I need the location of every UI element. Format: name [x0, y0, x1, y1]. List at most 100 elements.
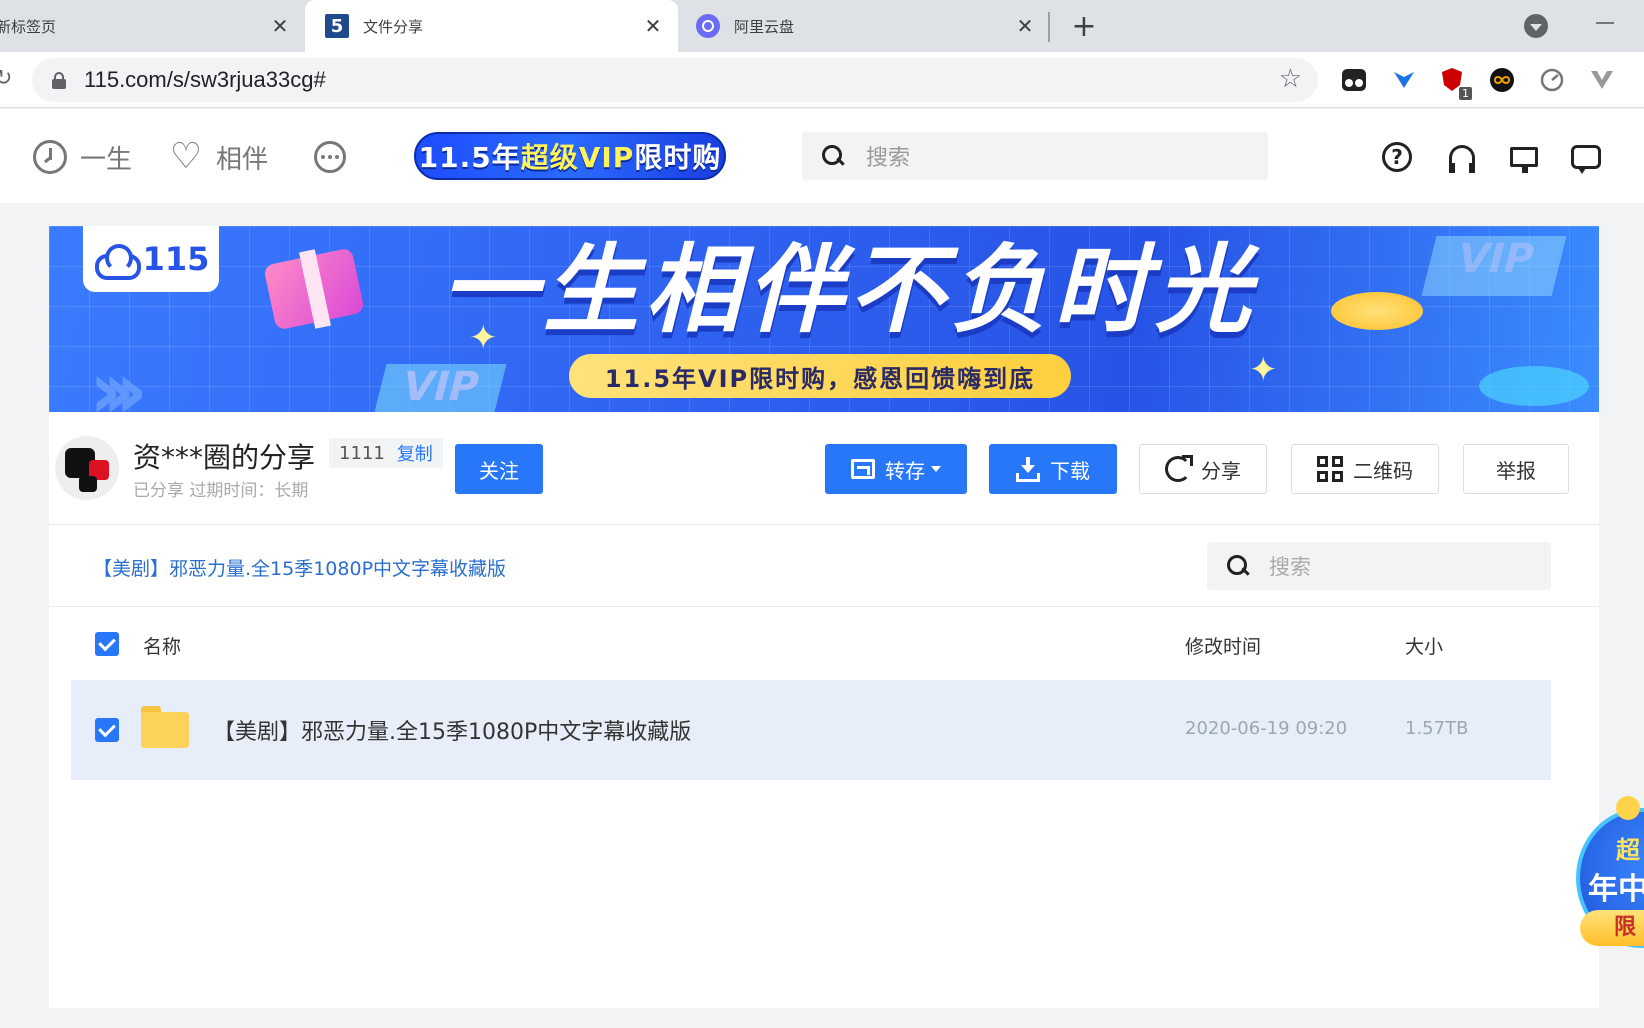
tab-new-tab[interactable]: 新标签页 ✕ [0, 0, 305, 52]
save-to-drive-button[interactable]: 转存 [825, 444, 967, 494]
divider [49, 524, 1599, 525]
new-tab-icon[interactable]: + [1068, 9, 1100, 44]
row-checkbox[interactable] [95, 718, 119, 742]
refresh-share-icon [1165, 455, 1193, 482]
aliyun-favicon-icon [696, 14, 720, 38]
cloud-icon [93, 244, 141, 280]
headset-icon[interactable] [1444, 139, 1480, 175]
115-logo: 115 [83, 226, 219, 292]
logo-text: 115 [142, 240, 210, 278]
file-search-input[interactable]: 搜索 [1207, 542, 1551, 590]
address-bar[interactable]: 115.com/s/sw3rjua33cg# ☆ [32, 58, 1318, 102]
heart-icon: ♡ [169, 136, 203, 177]
115-favicon-icon: 5 [325, 14, 349, 38]
help-icon[interactable]: ? [1382, 142, 1412, 172]
search-placeholder: 搜索 [866, 146, 911, 171]
folder-icon [141, 706, 189, 748]
search-icon [822, 145, 844, 167]
follow-button[interactable]: 关注 [455, 444, 543, 494]
vip-card-decoration: VIP [371, 364, 507, 412]
vip-card-decoration: VIP [1421, 236, 1567, 296]
sparkle-icon: ✦ [1249, 350, 1278, 390]
floating-promo-badge[interactable]: 超 年中 限 [1576, 796, 1644, 956]
promo-banner[interactable]: ››› VIP VIP 115 一生相伴不负时光 ✦ ✦ 11.5年VIP限时购… [49, 226, 1599, 412]
minimize-icon[interactable] [1596, 22, 1614, 24]
download-button[interactable]: 下载 [989, 444, 1117, 494]
float-promo-pill: 限 [1580, 910, 1644, 946]
share-button[interactable]: 分享 [1139, 444, 1267, 494]
nav-item-more[interactable] [312, 137, 360, 177]
table-row[interactable]: 【美剧】邪恶力量.全15季1080P中文字幕收藏版 2020-06-19 09:… [71, 680, 1551, 780]
tab-aliyun-drive[interactable]: 阿里云盘 ✕ [678, 0, 1050, 52]
share-owner-name: 资***圈的分享 [133, 441, 316, 474]
coin-icon [1616, 796, 1640, 820]
promo-title: 一生相伴不负时光 [441, 234, 1257, 346]
button-label: 转存 [885, 458, 925, 483]
vip-banner-text: 11.5年 [418, 141, 521, 174]
url-text[interactable]: 115.com/s/sw3rjua33cg# [84, 67, 326, 93]
vip-banner-highlight: 超级VIP [520, 141, 635, 174]
coin-decoration [1479, 366, 1589, 406]
report-button[interactable]: 举报 [1463, 444, 1569, 494]
more-icon [312, 139, 348, 175]
bookmark-star-icon[interactable]: ☆ [1279, 64, 1302, 94]
column-header-size[interactable]: 大小 [1405, 632, 1443, 659]
share-card: 资***圈的分享 1111 复制 已分享 过期时间：长期 关注 转存 下载 分享… [49, 412, 1599, 1008]
header-search-input[interactable]: 搜索 [802, 132, 1268, 180]
file-size: 1.57TB [1405, 718, 1469, 739]
vip-banner-text: 限时购 [634, 141, 722, 174]
nav-item-life[interactable]: 一生 [32, 137, 132, 177]
copy-link[interactable]: 复制 [397, 440, 433, 466]
tampermonkey-extension-icon[interactable] [1340, 66, 1368, 94]
button-label: 下载 [1050, 458, 1090, 483]
file-name[interactable]: 【美剧】邪恶力量.全15季1080P中文字幕收藏版 [213, 714, 691, 746]
qrcode-icon [1317, 456, 1343, 482]
speedometer-extension-icon[interactable] [1538, 66, 1566, 94]
share-id-badge: 1111 复制 [329, 438, 443, 468]
nav-label: 一生 [80, 144, 133, 175]
close-icon[interactable]: ✕ [1014, 14, 1036, 38]
ublock-extension-icon[interactable]: 1 [1438, 66, 1472, 100]
button-label: 二维码 [1353, 458, 1413, 483]
column-header-name[interactable]: 名称 [143, 632, 181, 659]
float-promo-text: 年中 [1588, 872, 1644, 907]
download-icon [1016, 457, 1040, 482]
search-icon [1227, 555, 1249, 577]
v-extension-icon[interactable] [1588, 66, 1616, 94]
nav-label: 相伴 [216, 144, 269, 175]
monitor-icon[interactable] [1506, 139, 1542, 175]
chat-icon[interactable] [1568, 139, 1604, 175]
tab-title: 文件分享 [363, 17, 424, 36]
proxy-extension-icon[interactable] [1390, 66, 1418, 94]
coin-decoration [1331, 292, 1423, 330]
close-icon[interactable]: ✕ [642, 14, 664, 38]
extension-badge: 1 [1459, 87, 1472, 100]
lock-icon[interactable] [52, 72, 66, 89]
breadcrumb[interactable]: 【美剧】邪恶力量.全15季1080P中文字幕收藏版 [93, 554, 506, 581]
tab-title: 新标签页 [0, 17, 57, 36]
share-id: 1111 [339, 442, 385, 464]
file-modified: 2020-06-19 09:20 [1185, 718, 1348, 739]
divider [49, 606, 1599, 607]
tab-search-icon[interactable] [1524, 14, 1548, 38]
tab-file-share[interactable]: 5 文件分享 ✕ [305, 0, 678, 52]
tab-title: 阿里云盘 [734, 17, 795, 36]
browser-tab-bar: 新标签页 ✕ 5 文件分享 ✕ 阿里云盘 ✕ + [0, 0, 1644, 52]
vip-promo-banner[interactable]: 11.5年 超级VIP 限时购 [414, 132, 726, 180]
select-all-checkbox[interactable] [95, 632, 119, 656]
nav-item-partner[interactable]: ♡ 相伴 [168, 137, 268, 177]
tab-separator [1048, 12, 1050, 42]
column-header-modified[interactable]: 修改时间 [1185, 632, 1261, 659]
search-placeholder: 搜索 [1269, 555, 1311, 579]
site-header: 一生 ♡ 相伴 11.5年 超级VIP 限时购 搜索 ? [0, 109, 1644, 203]
float-promo-text: 超 [1616, 836, 1640, 864]
caret-down-icon [931, 466, 941, 472]
reload-icon[interactable]: ↻ [0, 66, 12, 91]
promo-subtitle: 11.5年VIP限时购，感恩回馈嗨到底 [569, 354, 1071, 398]
avatar[interactable] [55, 436, 119, 500]
clock-icon [32, 139, 68, 175]
infinity-extension-icon[interactable] [1488, 66, 1516, 94]
share-meta: 已分享 过期时间：长期 [133, 481, 309, 501]
qrcode-button[interactable]: 二维码 [1291, 444, 1439, 494]
close-icon[interactable]: ✕ [269, 14, 291, 38]
